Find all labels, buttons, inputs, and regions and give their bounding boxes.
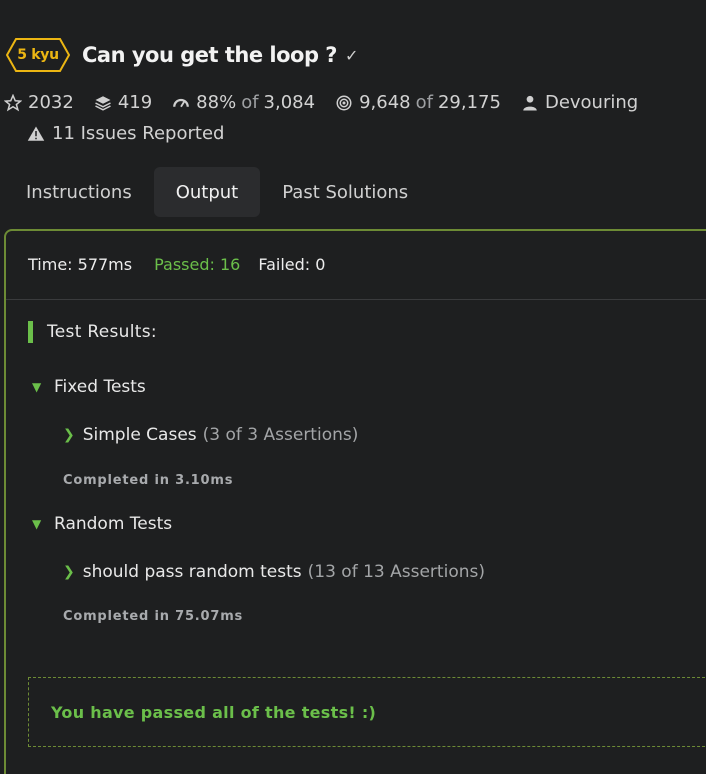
test-label: should pass random tests — [82, 562, 302, 582]
completed-time: Completed in 3.10ms — [63, 473, 234, 488]
completed-count: 9,648 — [359, 92, 411, 113]
chevron-down-icon: ▼ — [32, 380, 42, 394]
chevron-down-icon: ▼ — [32, 517, 42, 531]
group-fixed-tests[interactable]: ▼ Fixed Tests — [32, 377, 146, 397]
group-random-tests[interactable]: ▼ Random Tests — [32, 514, 172, 534]
output-panel: Time: 577ms Passed: 16 Failed: 0 Test Re… — [4, 229, 706, 774]
completions-stat: 9,648 of 29,175 — [335, 92, 501, 113]
kata-header: 5 kyu Can you get the loop ? ✓ — [6, 36, 358, 74]
run-summary: Time: 577ms Passed: 16 Failed: 0 — [28, 255, 325, 274]
collections-stat[interactable]: 419 — [94, 92, 152, 113]
assertion-count: (3 of 3 Assertions) — [202, 425, 359, 445]
satisfaction-votes: 3,084 — [263, 92, 316, 113]
completed-time: Completed in 75.07ms — [63, 609, 244, 624]
star-icon — [4, 93, 22, 112]
warning-icon — [27, 125, 45, 143]
kyu-badge: 5 kyu — [6, 37, 70, 73]
run-time: Time: 577ms — [28, 255, 133, 274]
group-label: Random Tests — [54, 514, 173, 534]
chevron-right-icon: ❯ — [63, 427, 75, 443]
divider — [6, 299, 706, 300]
failed-count: Failed: 0 — [258, 255, 326, 274]
check-icon: ✓ — [344, 45, 359, 65]
page: 5 kyu Can you get the loop ? ✓ 2032 419 … — [0, 0, 706, 774]
test-results-title: Test Results: — [47, 322, 157, 342]
issues-label: 11 Issues Reported — [52, 123, 225, 144]
test-label: Simple Cases — [82, 425, 197, 445]
user-icon — [521, 94, 539, 112]
satisfaction-percent: 88% — [196, 92, 237, 113]
stats-row: 2032 419 88% of 3,084 9,648 of 29,175 De… — [4, 92, 706, 113]
completed-of: of — [415, 92, 433, 113]
author-name[interactable]: Devouring — [545, 92, 638, 113]
satisfaction-of: of — [241, 92, 259, 113]
stars-stat[interactable]: 2032 — [4, 92, 74, 113]
satisfaction-stat: 88% of 3,084 — [172, 92, 315, 113]
issues-reported[interactable]: 11 Issues Reported — [27, 123, 224, 144]
tab-instructions[interactable]: Instructions — [10, 167, 148, 217]
test-random[interactable]: ❯ should pass random tests (13 of 13 Ass… — [63, 562, 485, 582]
passed-count: Passed: 16 — [154, 255, 241, 274]
collections-count: 419 — [117, 92, 153, 113]
tab-bar: Instructions Output Past Solutions — [10, 167, 430, 217]
chevron-right-icon: ❯ — [63, 564, 75, 580]
all-passed-message: You have passed all of the tests! :) — [51, 702, 377, 722]
test-results-heading: Test Results: — [28, 321, 157, 343]
assertion-count: (13 of 13 Assertions) — [307, 562, 485, 582]
attempted-count: 29,175 — [437, 92, 501, 113]
all-passed-banner: You have passed all of the tests! :) — [28, 677, 706, 747]
gauge-icon — [172, 94, 190, 112]
layers-icon — [94, 94, 112, 112]
tab-past-solutions[interactable]: Past Solutions — [266, 167, 424, 217]
tab-output[interactable]: Output — [153, 167, 261, 217]
group-label: Fixed Tests — [54, 377, 146, 397]
test-simple-cases[interactable]: ❯ Simple Cases (3 of 3 Assertions) — [63, 425, 358, 445]
author-stat[interactable]: Devouring — [521, 92, 638, 113]
target-icon — [335, 94, 353, 112]
kata-title[interactable]: Can you get the loop ? — [82, 43, 337, 67]
heading-accent-bar — [28, 321, 33, 343]
kyu-label: 5 kyu — [17, 47, 59, 63]
stars-count: 2032 — [28, 92, 74, 113]
